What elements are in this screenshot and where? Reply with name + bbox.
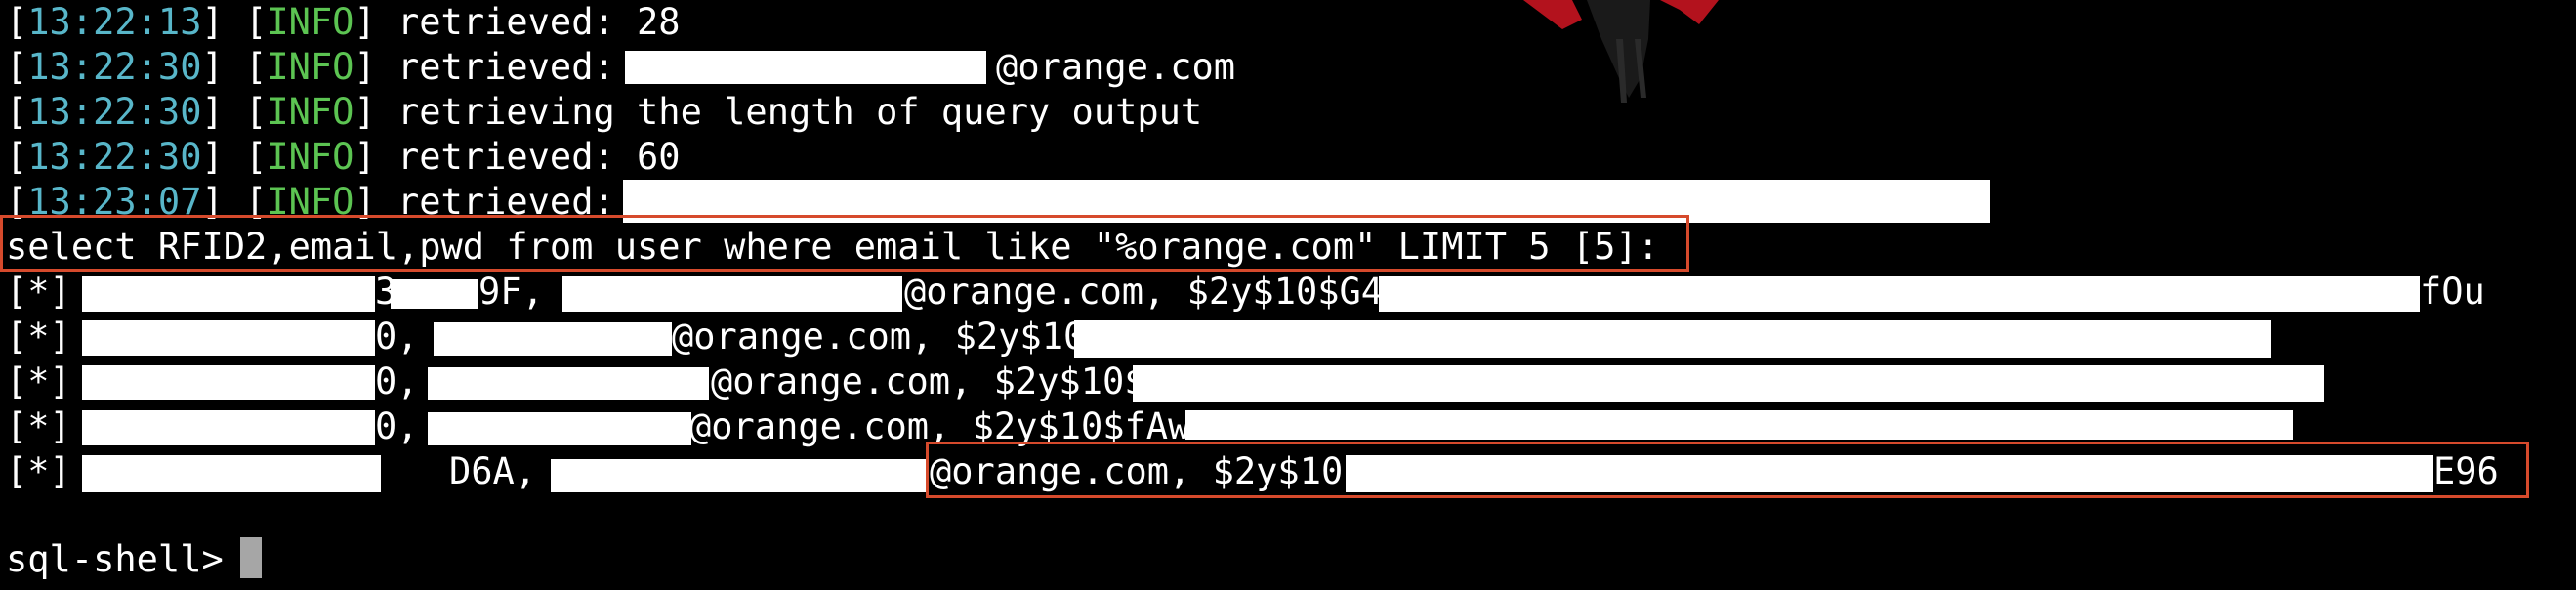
result-row: [*] xyxy=(6,359,71,404)
log-line: [13:22:13] [INFO] retrieved: 28 xyxy=(6,1,681,43)
redaction-block xyxy=(82,320,375,356)
redaction-block xyxy=(82,410,375,445)
text-cursor[interactable] xyxy=(240,537,262,578)
redaction-block xyxy=(82,365,375,400)
log-line: [13:22:30] [INFO] retrieving the length … xyxy=(6,91,1203,133)
result-row: [*] xyxy=(6,404,71,449)
redaction-block xyxy=(1185,410,2293,440)
hash-prefix-text: $2y$10 xyxy=(954,316,1086,358)
log-line: [13:22:30] [INFO] retrieved: 60 xyxy=(6,136,681,178)
result-cell: @orange.com, $2y$10 xyxy=(672,315,1085,359)
email-domain-text: @orange.com xyxy=(996,46,1236,88)
result-cell: @orange.com, $2y$10$G4 xyxy=(904,270,1383,315)
result-marker: [*] xyxy=(6,271,71,313)
redaction-block xyxy=(1346,455,2433,492)
email-domain-text: @orange.com, xyxy=(672,316,955,358)
hash-tail-text: fOu xyxy=(2420,271,2485,313)
redaction-block xyxy=(391,279,478,309)
log-level: INFO xyxy=(267,91,354,133)
sql-shell-prompt: sql-shell> xyxy=(6,538,246,580)
result-cell: @orange.com, $2y$10$ xyxy=(711,359,1146,404)
log-level: INFO xyxy=(267,46,354,88)
result-cell: @orange.com, $2y$10 xyxy=(930,449,1343,494)
result-cell: 9F, xyxy=(478,271,566,313)
redaction-block xyxy=(1074,320,2271,358)
email-domain-text: @orange.com, xyxy=(904,271,1187,313)
result-marker: [*] xyxy=(6,450,71,492)
hash-tail-text: E96 xyxy=(2433,450,2499,492)
log-timestamp: 13:22:30 xyxy=(27,91,202,133)
result-cell: 0, xyxy=(375,316,440,358)
redaction-block xyxy=(1379,276,2420,312)
log-timestamp: 13:22:30 xyxy=(27,46,202,88)
hash-prefix-text: $2y$10$G4 xyxy=(1186,271,1384,313)
log-level: INFO xyxy=(267,136,354,178)
decorative-figure-image xyxy=(1523,0,1719,103)
log-timestamp: 13:22:30 xyxy=(27,136,202,178)
result-marker: [*] xyxy=(6,405,71,447)
log-message: retrieving the length of query output xyxy=(397,91,1203,133)
log-message: retrieved: 28 xyxy=(397,1,681,43)
log-line: [13:22:30] [INFO] retrieved: @orange.com xyxy=(6,46,1236,88)
redaction-block xyxy=(562,276,902,312)
hash-prefix-text: $2y$10$ xyxy=(993,360,1146,402)
log-level: INFO xyxy=(267,1,354,43)
result-row: [*] xyxy=(6,270,71,315)
result-row: [*] xyxy=(6,315,71,359)
redaction-block xyxy=(428,367,709,400)
redaction-block xyxy=(1133,365,2324,402)
redaction-block xyxy=(551,459,926,492)
result-marker: [*] xyxy=(6,316,71,358)
result-marker: [*] xyxy=(6,360,71,402)
log-message: retrieved: 60 xyxy=(397,136,681,178)
email-domain-text: @orange.com, xyxy=(930,450,1213,492)
terminal-window[interactable]: [13:22:13] [INFO] retrieved: 28 [13:22:3… xyxy=(0,0,2576,590)
query-text: select RFID2,email,pwd from user where e… xyxy=(6,226,1659,268)
result-cell: D6A, xyxy=(449,450,559,492)
redaction-block xyxy=(434,322,672,356)
result-row: [*] xyxy=(6,449,71,494)
log-message: retrieved: xyxy=(397,46,638,88)
redaction-block xyxy=(625,51,986,84)
email-domain-text: @orange.com, xyxy=(711,360,994,402)
log-timestamp: 13:22:13 xyxy=(27,1,202,43)
redaction-block xyxy=(82,276,375,312)
redaction-block xyxy=(82,455,381,492)
redaction-block xyxy=(428,412,691,445)
hash-prefix-text: $2y$10 xyxy=(1212,450,1344,492)
